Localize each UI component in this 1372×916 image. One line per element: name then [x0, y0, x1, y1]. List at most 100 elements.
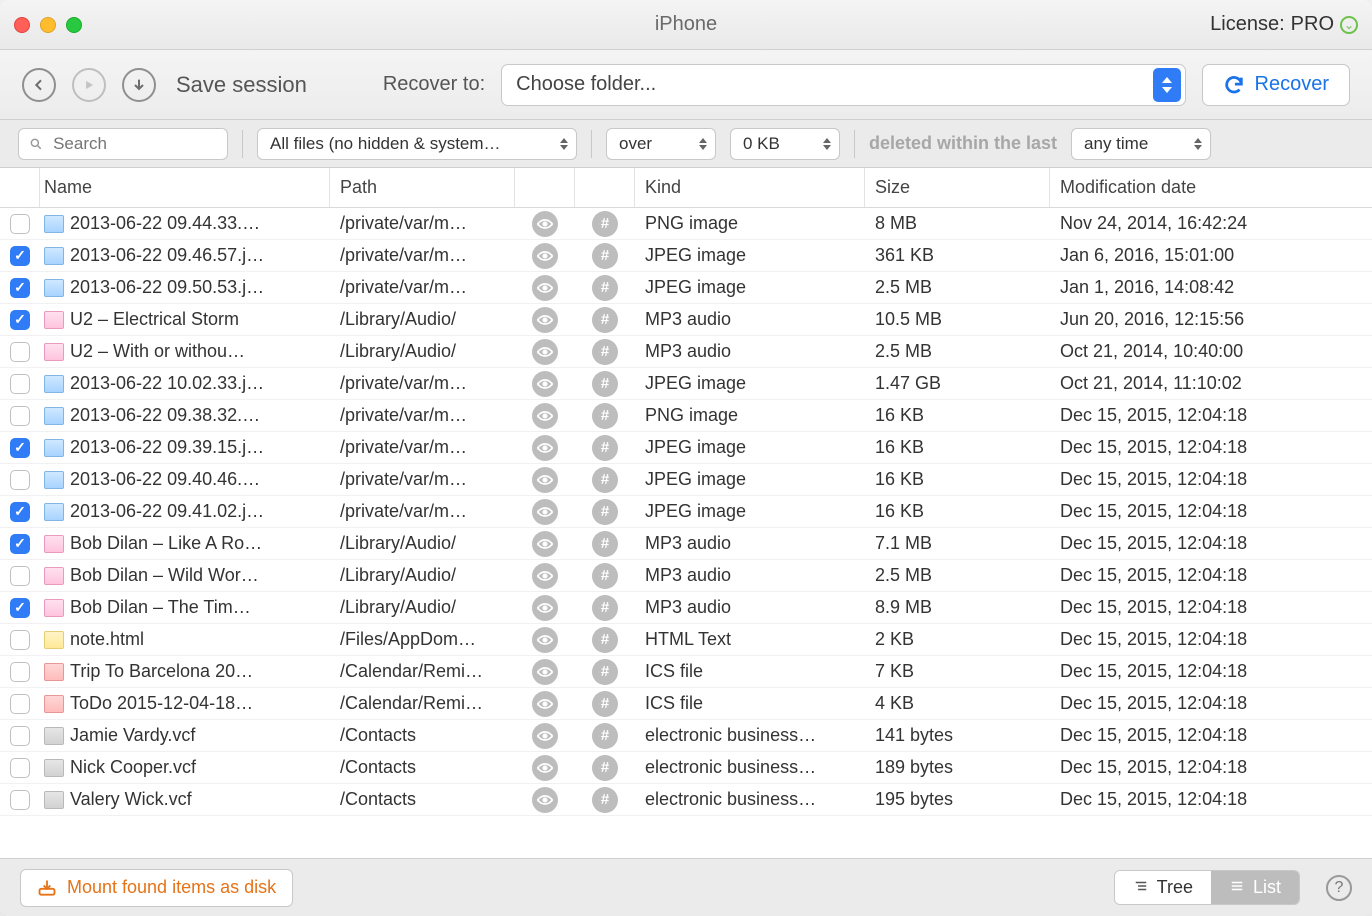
table-row[interactable]: 2013-06-22 10.02.33.j… /private/var/m… #… — [0, 368, 1372, 400]
download-button[interactable] — [122, 68, 156, 102]
hash-button[interactable]: # — [592, 435, 618, 461]
preview-button[interactable] — [532, 595, 558, 621]
hash-button[interactable]: # — [592, 691, 618, 717]
table-row[interactable]: 2013-06-22 09.46.57.j… /private/var/m… #… — [0, 240, 1372, 272]
search-input[interactable] — [51, 133, 217, 155]
row-checkbox[interactable] — [10, 342, 30, 362]
preview-button[interactable] — [532, 627, 558, 653]
back-button[interactable] — [22, 68, 56, 102]
table-row[interactable]: Nick Cooper.vcf /Contacts # electronic b… — [0, 752, 1372, 784]
destination-folder-combo[interactable]: Choose folder... — [501, 64, 1185, 106]
preview-button[interactable] — [532, 691, 558, 717]
hash-button[interactable]: # — [592, 275, 618, 301]
row-checkbox[interactable] — [10, 278, 30, 298]
table-row[interactable]: note.html /Files/AppDom… # HTML Text 2 K… — [0, 624, 1372, 656]
table-row[interactable]: 2013-06-22 09.44.33.… /private/var/m… # … — [0, 208, 1372, 240]
hash-button[interactable]: # — [592, 211, 618, 237]
search-field[interactable] — [18, 128, 228, 160]
hash-button[interactable]: # — [592, 531, 618, 557]
table-row[interactable]: U2 – With or withou… /Library/Audio/ # M… — [0, 336, 1372, 368]
hash-button[interactable]: # — [592, 563, 618, 589]
hash-button[interactable]: # — [592, 339, 618, 365]
table-row[interactable]: U2 – Electrical Storm /Library/Audio/ # … — [0, 304, 1372, 336]
play-button[interactable] — [72, 68, 106, 102]
row-checkbox[interactable] — [10, 566, 30, 586]
row-checkbox[interactable] — [10, 534, 30, 554]
row-checkbox[interactable] — [10, 246, 30, 266]
table-row[interactable]: 2013-06-22 09.39.15.j… /private/var/m… #… — [0, 432, 1372, 464]
preview-button[interactable] — [532, 371, 558, 397]
column-checkbox[interactable] — [0, 168, 40, 207]
preview-button[interactable] — [532, 243, 558, 269]
hash-button[interactable]: # — [592, 627, 618, 653]
size-operator-select[interactable]: over — [606, 128, 716, 160]
row-checkbox[interactable] — [10, 438, 30, 458]
hash-button[interactable]: # — [592, 499, 618, 525]
row-checkbox[interactable] — [10, 694, 30, 714]
row-checkbox[interactable] — [10, 406, 30, 426]
preview-button[interactable] — [532, 787, 558, 813]
hash-button[interactable]: # — [592, 403, 618, 429]
preview-button[interactable] — [532, 307, 558, 333]
preview-button[interactable] — [532, 211, 558, 237]
hash-button[interactable]: # — [592, 659, 618, 685]
tree-view-button[interactable]: Tree — [1115, 871, 1211, 904]
row-checkbox[interactable] — [10, 502, 30, 522]
row-checkbox[interactable] — [10, 214, 30, 234]
column-kind[interactable]: Kind — [635, 168, 865, 207]
row-checkbox[interactable] — [10, 662, 30, 682]
table-row[interactable]: Bob Dilan – Wild Wor… /Library/Audio/ # … — [0, 560, 1372, 592]
hash-button[interactable]: # — [592, 595, 618, 621]
preview-button[interactable] — [532, 723, 558, 749]
preview-button[interactable] — [532, 403, 558, 429]
list-view-button[interactable]: List — [1211, 871, 1299, 904]
column-preview[interactable] — [515, 168, 575, 207]
row-checkbox[interactable] — [10, 598, 30, 618]
preview-button[interactable] — [532, 499, 558, 525]
hash-button[interactable]: # — [592, 755, 618, 781]
size-value-select[interactable]: 0 KB — [730, 128, 840, 160]
preview-button[interactable] — [532, 563, 558, 589]
preview-button[interactable] — [532, 339, 558, 365]
row-checkbox[interactable] — [10, 790, 30, 810]
table-row[interactable]: Valery Wick.vcf /Contacts # electronic b… — [0, 784, 1372, 816]
row-checkbox[interactable] — [10, 758, 30, 778]
file-filter-select[interactable]: All files (no hidden & system… — [257, 128, 577, 160]
deleted-time-select[interactable]: any time — [1071, 128, 1211, 160]
hash-button[interactable]: # — [592, 243, 618, 269]
preview-button[interactable] — [532, 467, 558, 493]
column-name[interactable]: Name — [40, 168, 330, 207]
hash-button[interactable]: # — [592, 307, 618, 333]
hash-button[interactable]: # — [592, 723, 618, 749]
column-path[interactable]: Path — [330, 168, 515, 207]
table-row[interactable]: 2013-06-22 09.40.46.… /private/var/m… # … — [0, 464, 1372, 496]
column-hash[interactable] — [575, 168, 635, 207]
table-row[interactable]: Jamie Vardy.vcf /Contacts # electronic b… — [0, 720, 1372, 752]
row-checkbox[interactable] — [10, 374, 30, 394]
column-modification-date[interactable]: Modification date — [1050, 168, 1372, 207]
table-body[interactable]: 2013-06-22 09.44.33.… /private/var/m… # … — [0, 208, 1372, 858]
row-checkbox[interactable] — [10, 470, 30, 490]
help-button[interactable]: ? — [1326, 875, 1352, 901]
hash-button[interactable]: # — [592, 787, 618, 813]
table-row[interactable]: 2013-06-22 09.38.32.… /private/var/m… # … — [0, 400, 1372, 432]
preview-button[interactable] — [532, 435, 558, 461]
table-row[interactable]: 2013-06-22 09.41.02.j… /private/var/m… #… — [0, 496, 1372, 528]
table-row[interactable]: Bob Dilan – Like A Ro… /Library/Audio/ #… — [0, 528, 1372, 560]
preview-button[interactable] — [532, 531, 558, 557]
mount-items-button[interactable]: Mount found items as disk — [20, 869, 293, 907]
row-checkbox[interactable] — [10, 726, 30, 746]
preview-button[interactable] — [532, 659, 558, 685]
recover-button[interactable]: Recover — [1202, 64, 1350, 106]
table-row[interactable]: Trip To Barcelona 20… /Calendar/Remi… # … — [0, 656, 1372, 688]
preview-button[interactable] — [532, 275, 558, 301]
row-checkbox[interactable] — [10, 630, 30, 650]
table-row[interactable]: Bob Dilan – The Tim… /Library/Audio/ # M… — [0, 592, 1372, 624]
table-row[interactable]: ToDo 2015-12-04-18… /Calendar/Remi… # IC… — [0, 688, 1372, 720]
column-size[interactable]: Size — [865, 168, 1050, 207]
hash-button[interactable]: # — [592, 467, 618, 493]
table-row[interactable]: 2013-06-22 09.50.53.j… /private/var/m… #… — [0, 272, 1372, 304]
preview-button[interactable] — [532, 755, 558, 781]
row-checkbox[interactable] — [10, 310, 30, 330]
hash-button[interactable]: # — [592, 371, 618, 397]
